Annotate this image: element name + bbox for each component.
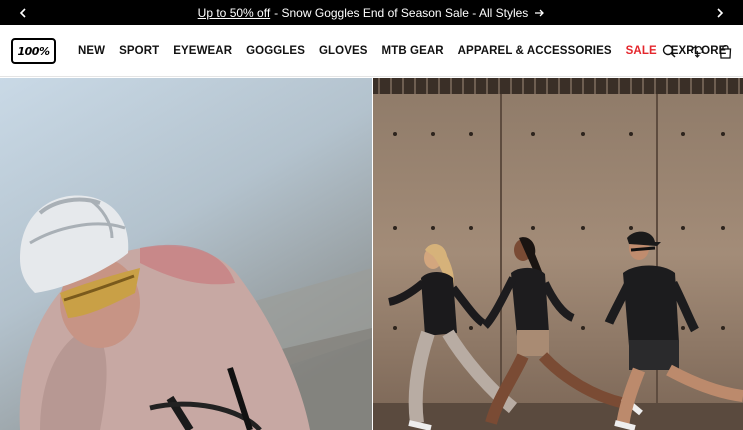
logo[interactable]: 100% <box>11 38 56 64</box>
cyclist-image <box>0 78 372 430</box>
nav-item-mtb-gear[interactable]: MTB GEAR <box>382 45 444 57</box>
hero-banner[interactable] <box>0 78 743 430</box>
site-header: 100% NEW SPORT EYEWEAR GOGGLES GLOVES MT… <box>0 25 743 77</box>
nav-item-goggles[interactable]: GOGGLES <box>246 45 305 57</box>
nav-item-gloves[interactable]: GLOVES <box>319 45 368 57</box>
hero-image-runners[interactable] <box>373 78 743 430</box>
search-icon <box>662 44 676 58</box>
main-nav: NEW SPORT EYEWEAR GOGGLES GLOVES MTB GEA… <box>78 25 726 77</box>
nav-item-sale[interactable]: SALE <box>626 45 657 57</box>
account-icon <box>690 45 704 58</box>
hero-image-cyclist[interactable] <box>0 78 372 430</box>
announcement-next-button[interactable] <box>705 0 735 25</box>
nav-item-apparel-accessories[interactable]: APPAREL & ACCESSORIES <box>458 45 612 57</box>
nav-item-sport[interactable]: SPORT <box>119 45 159 57</box>
nav-item-new[interactable]: NEW <box>78 45 105 57</box>
announcement-text: - Snow Goggles End of Season Sale - All … <box>274 5 529 20</box>
cart-button[interactable] <box>717 43 733 59</box>
account-button[interactable] <box>689 43 705 59</box>
header-icons <box>661 25 733 77</box>
announcement-message[interactable]: Up to 50% off - Snow Goggles End of Seas… <box>198 6 546 20</box>
announcement-bar: Up to 50% off - Snow Goggles End of Seas… <box>0 0 743 25</box>
cart-icon <box>719 44 731 59</box>
chevron-left-icon <box>19 7 26 18</box>
chevron-right-icon <box>717 7 724 18</box>
announcement-prev-button[interactable] <box>8 0 38 25</box>
nav-item-eyewear[interactable]: EYEWEAR <box>173 45 232 57</box>
announcement-promo-link[interactable]: Up to 50% off <box>198 6 271 20</box>
search-button[interactable] <box>661 43 677 59</box>
arrow-right-icon <box>535 9 545 16</box>
runners-image <box>373 78 743 430</box>
